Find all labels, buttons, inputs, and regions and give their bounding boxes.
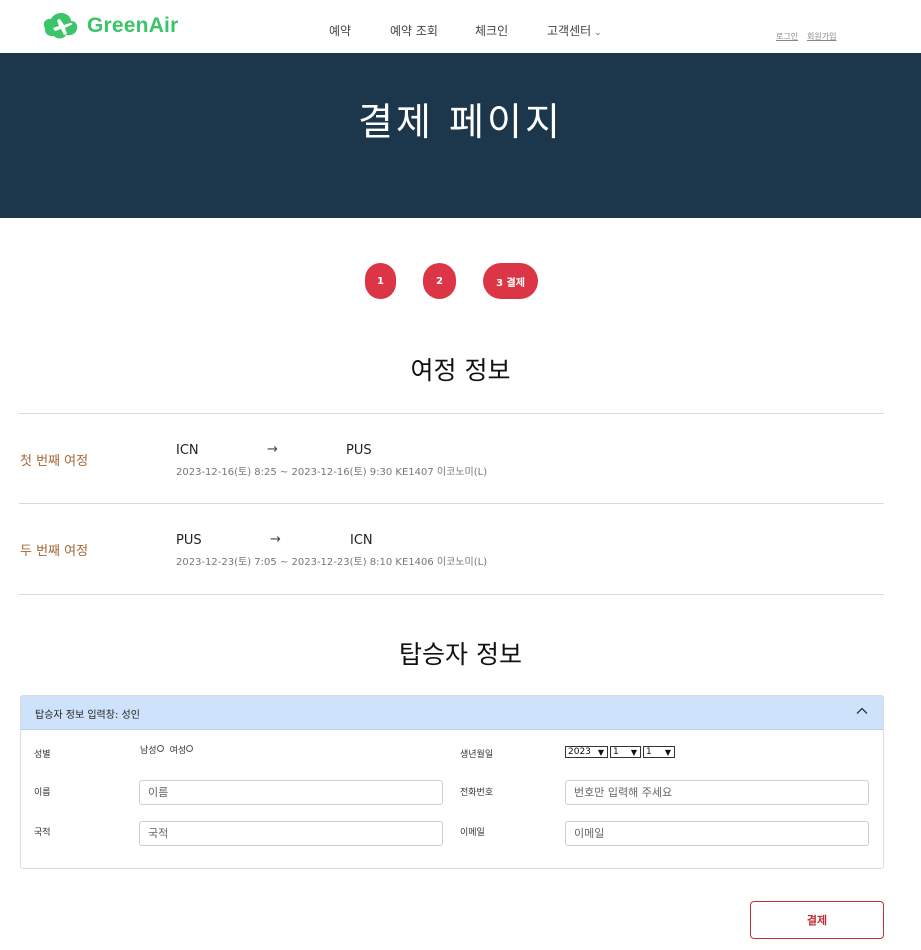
pay-button[interactable]: 결제 <box>750 901 884 939</box>
birthdate-label: 생년월일 <box>460 750 494 760</box>
birth-year-select[interactable]: 2023 ▼ <box>565 746 608 758</box>
divider <box>19 594 884 595</box>
trip-2-origin: PUS <box>176 533 202 548</box>
gender-male-label: 남성 <box>140 746 157 756</box>
chevron-down-icon: ⌄ <box>594 28 602 38</box>
step-3-payment-button[interactable]: 3 결제 <box>483 263 538 299</box>
login-link[interactable]: 로그인 <box>776 31 798 42</box>
chevron-down-icon: ▼ <box>597 748 604 757</box>
nationality-input[interactable] <box>139 821 443 846</box>
step-1-button[interactable]: 1 <box>365 263 396 299</box>
birth-year-value: 2023 <box>568 747 591 757</box>
nav-item-reservation-lookup[interactable]: 예약 조회 <box>390 22 438 39</box>
birth-day-select[interactable]: 1 ▼ <box>643 746 675 758</box>
signup-link[interactable]: 회원가입 <box>807 31 836 42</box>
trip-1-label: 첫 번째 여정 <box>20 454 89 469</box>
site-header: GreenAir 예약 예약 조회 체크인 고객센터 ⌄ 로그인 회원가입 <box>0 0 921 53</box>
gender-male-radio[interactable] <box>156 745 164 752</box>
itinerary-section-title: 여정 정보 <box>410 356 511 385</box>
email-input[interactable] <box>565 821 869 846</box>
passenger-panel-title: 탑승자 정보 입력창: 성인 <box>35 710 140 721</box>
arrow-right-icon: → <box>267 442 278 457</box>
gender-female-label: 여성 <box>169 746 187 756</box>
birth-day-value: 1 <box>646 747 652 757</box>
divider <box>19 503 884 504</box>
chevron-up-icon[interactable] <box>855 704 869 718</box>
name-label: 이름 <box>34 788 51 798</box>
gender-radio-group: 남성 여성 <box>140 743 199 756</box>
trip-2-destination: ICN <box>350 533 373 548</box>
trip-1-origin: ICN <box>176 443 199 458</box>
step-2-button[interactable]: 2 <box>423 263 456 299</box>
phone-label: 전화번호 <box>460 788 494 798</box>
page-banner: 결제 페이지 <box>0 53 921 218</box>
birth-month-select[interactable]: 1 ▼ <box>610 746 641 758</box>
gender-label: 성별 <box>34 750 51 760</box>
brand-name: GreenAir <box>87 14 179 37</box>
nationality-label: 국적 <box>34 828 51 838</box>
nav-item-customer-center[interactable]: 고객센터 ⌄ <box>547 22 602 39</box>
trip-2-label: 두 번째 여정 <box>20 544 89 559</box>
nav-item-reservation[interactable]: 예약 <box>329 22 351 39</box>
page-title: 결제 페이지 <box>358 100 563 144</box>
chevron-down-icon: ▼ <box>630 748 637 757</box>
email-label: 이메일 <box>460 828 485 838</box>
chevron-down-icon: ▼ <box>664 748 671 757</box>
phone-input[interactable] <box>565 780 869 805</box>
divider <box>19 413 884 414</box>
nav-item-checkin[interactable]: 체크인 <box>475 22 508 39</box>
passenger-panel-header[interactable]: 탑승자 정보 입력창: 성인 <box>21 696 883 730</box>
nav-item-customer-center-label: 고객센터 <box>547 24 592 38</box>
leaf-plane-icon <box>43 13 78 39</box>
trip-2-details: 2023-12-23(토) 7:05 ~ 2023-12-23(토) 8:10 … <box>176 557 488 568</box>
passenger-section-title: 탑승자 정보 <box>399 640 522 669</box>
gender-female-radio[interactable] <box>186 745 194 752</box>
trip-1-details: 2023-12-16(토) 8:25 ~ 2023-12-16(토) 9:30 … <box>176 467 488 478</box>
brand-logo[interactable]: GreenAir <box>43 11 178 41</box>
arrow-right-icon: → <box>270 532 281 547</box>
name-input[interactable] <box>139 780 443 805</box>
birth-month-value: 1 <box>613 747 619 757</box>
trip-1-destination: PUS <box>346 443 372 458</box>
